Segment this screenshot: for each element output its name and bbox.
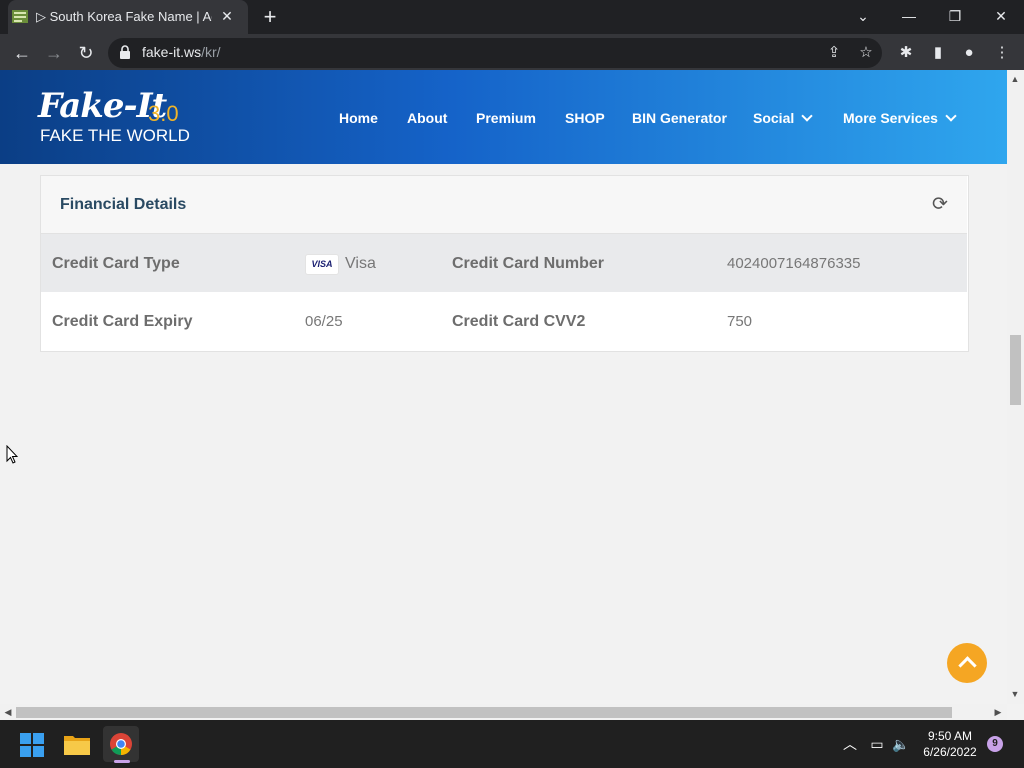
scroll-down-arrow-icon[interactable]: ▼ [1008,687,1022,701]
site-favicon-icon [12,10,28,23]
minimize-icon[interactable]: — [886,0,932,34]
nav-social-label: Social [753,110,795,126]
chevron-down-icon [945,110,957,122]
card-type-value: Visa [345,255,376,272]
horizontal-scroll-thumb[interactable] [16,707,952,718]
url-host: fake-it.ws [142,44,202,60]
site-logo[interactable]: Fake-It [38,86,167,126]
card-title: Financial Details [60,196,187,213]
card-cvv-value: 750 [727,313,753,330]
nav-bin-generator[interactable]: BIN Generator [632,110,727,126]
tab-close-icon[interactable]: ✕ [218,7,236,25]
tray-chevron-up-icon[interactable]: ︿ [840,734,860,754]
tab-search-chevron-icon[interactable]: ⌄ [840,0,886,34]
scroll-right-arrow-icon[interactable]: ▶ [991,705,1005,719]
nav-social[interactable]: Social [753,110,813,126]
visa-logo-icon: VISA [305,254,339,275]
network-icon[interactable]: ▭ [867,734,887,754]
nav-more-services-label: More Services [843,110,938,126]
restore-icon[interactable]: ❐ [932,0,978,34]
card-number-value: 4024007164876335 [727,255,861,272]
scroll-left-arrow-icon[interactable]: ◀ [1,705,15,719]
url-path: /kr/ [201,44,221,60]
card-number-label: Credit Card Number [452,255,605,272]
volume-icon[interactable]: 🔈 [891,734,911,754]
nav-home[interactable]: Home [339,110,378,126]
logo-version: 3.0 [148,101,179,126]
address-bar[interactable] [108,38,882,68]
forward-icon[interactable]: → [41,40,67,66]
chevron-down-icon [801,110,813,122]
close-window-icon[interactable]: ✕ [978,0,1024,34]
vertical-scroll-thumb[interactable] [1010,335,1021,405]
tab-title: ▷ South Korea Fake Name | Addr [36,9,212,24]
extensions-puzzle-icon[interactable]: ✱ [895,42,917,64]
url-text[interactable]: fake-it.ws/kr/ [142,44,221,60]
scroll-up-arrow-icon[interactable]: ▲ [1008,72,1022,86]
file-explorer-icon[interactable] [64,733,90,755]
chevron-up-icon [958,656,977,675]
windows-start-icon[interactable] [20,733,44,757]
side-panel-icon[interactable]: ▮ [927,42,949,64]
clock-time: 9:50 AM [927,729,973,743]
mouse-cursor-icon [6,445,18,464]
refresh-icon[interactable]: ⟳ [928,193,952,217]
nav-premium[interactable]: Premium [476,110,536,126]
back-icon[interactable]: ← [9,40,35,66]
active-app-indicator [114,760,130,763]
clock-date: 6/26/2022 [923,745,977,759]
nav-shop[interactable]: SHOP [565,110,605,126]
chrome-icon [110,733,132,755]
share-icon[interactable]: ⇪ [823,42,845,64]
back-to-top-button[interactable] [947,643,987,683]
nav-about[interactable]: About [407,110,447,126]
card-type-label: Credit Card Type [52,255,180,272]
new-tab-icon[interactable]: + [258,5,282,29]
bookmark-star-icon[interactable]: ☆ [855,42,877,64]
logo-tagline: FAKE THE WORLD [40,126,190,145]
menu-kebab-icon[interactable]: ⋮ [991,42,1013,64]
card-expiry-value: 06/25 [305,313,343,330]
notification-badge[interactable]: 9 [987,736,1003,752]
card-cvv-label: Credit Card CVV2 [452,313,586,330]
lock-icon [120,45,130,59]
taskbar-clock[interactable]: 9:50 AM 6/26/2022 [918,728,982,760]
reload-icon[interactable]: ↻ [73,40,99,66]
profile-icon[interactable]: ● [958,42,980,64]
card-expiry-label: Credit Card Expiry [52,313,193,330]
nav-more-services[interactable]: More Services [843,110,957,126]
